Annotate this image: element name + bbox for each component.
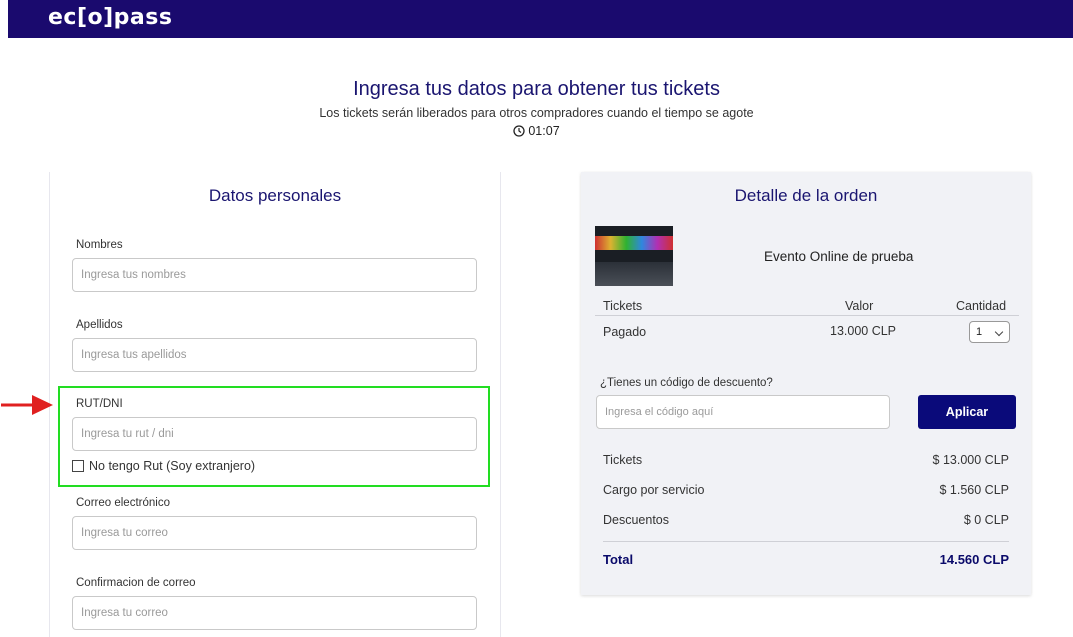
email-input[interactable] (72, 516, 477, 550)
thumbnail-banner (595, 236, 673, 250)
page-title: Ingresa tus datos para obtener tus ticke… (353, 78, 720, 100)
total-value: 14.560 CLP (939, 552, 1009, 567)
personal-data-title: Datos personales (208, 186, 342, 205)
email-label: Correo electrónico (76, 497, 170, 509)
no-rut-option[interactable]: No tengo Rut (Soy extranjero) (72, 459, 255, 473)
quantity-select[interactable]: 1 (969, 321, 1010, 343)
summary-tickets-value: $ 13.000 CLP (932, 453, 1009, 467)
summary-service-value: $ 1.560 CLP (939, 483, 1010, 497)
page-subtitle: Los tickets serán liberados para otros c… (319, 106, 754, 120)
nombres-label: Nombres (76, 239, 123, 251)
col-header-tickets: Tickets (603, 299, 643, 313)
summary-service-label: Cargo por servicio (603, 483, 705, 497)
email-confirm-label: Confirmacion de correo (76, 577, 196, 589)
rut-label: RUT/DNI (76, 398, 123, 410)
discount-code-input[interactable] (596, 395, 890, 429)
table-divider (595, 315, 1019, 316)
total-label: Total (603, 552, 634, 567)
apply-discount-button[interactable]: Aplicar (918, 395, 1016, 429)
ticket-value: 13.000 CLP (830, 324, 897, 338)
apellidos-label: Apellidos (76, 319, 123, 331)
summary-tickets-label: Tickets (603, 453, 643, 467)
email-confirm-input[interactable] (72, 596, 477, 630)
rut-input[interactable] (72, 417, 477, 451)
ecopass-logo[interactable]: ec[o]pass (48, 5, 172, 30)
nombres-input[interactable] (72, 258, 477, 292)
red-arrow-icon (1, 395, 53, 415)
timer-value: 01:07 (528, 124, 560, 138)
order-detail-panel: Detalle de la orden Evento Online de pru… (581, 172, 1031, 595)
summary-discounts-value: $ 0 CLP (963, 513, 1009, 527)
summary-discounts-label: Descuentos (603, 513, 670, 527)
col-header-cantidad: Cantidad (956, 299, 1007, 313)
no-rut-label: No tengo Rut (Soy extranjero) (89, 459, 256, 473)
col-header-valor: Valor (845, 299, 874, 313)
order-detail-title: Detalle de la orden (734, 186, 878, 205)
clock-icon (513, 125, 526, 137)
ticket-type: Pagado (603, 325, 647, 339)
summary-divider (603, 541, 1009, 542)
chevron-down-icon (994, 327, 1004, 337)
thumbnail-stage (595, 262, 673, 286)
event-name: Evento Online de prueba (764, 249, 914, 264)
countdown-timer: 01:07 (0, 124, 1073, 138)
no-rut-checkbox[interactable] (72, 460, 84, 472)
event-thumbnail (595, 226, 673, 286)
quantity-value: 1 (976, 326, 983, 338)
discount-label: ¿Tienes un código de descuento? (600, 377, 773, 389)
apellidos-input[interactable] (72, 338, 477, 372)
top-bar: ec[o]pass (8, 0, 1073, 38)
